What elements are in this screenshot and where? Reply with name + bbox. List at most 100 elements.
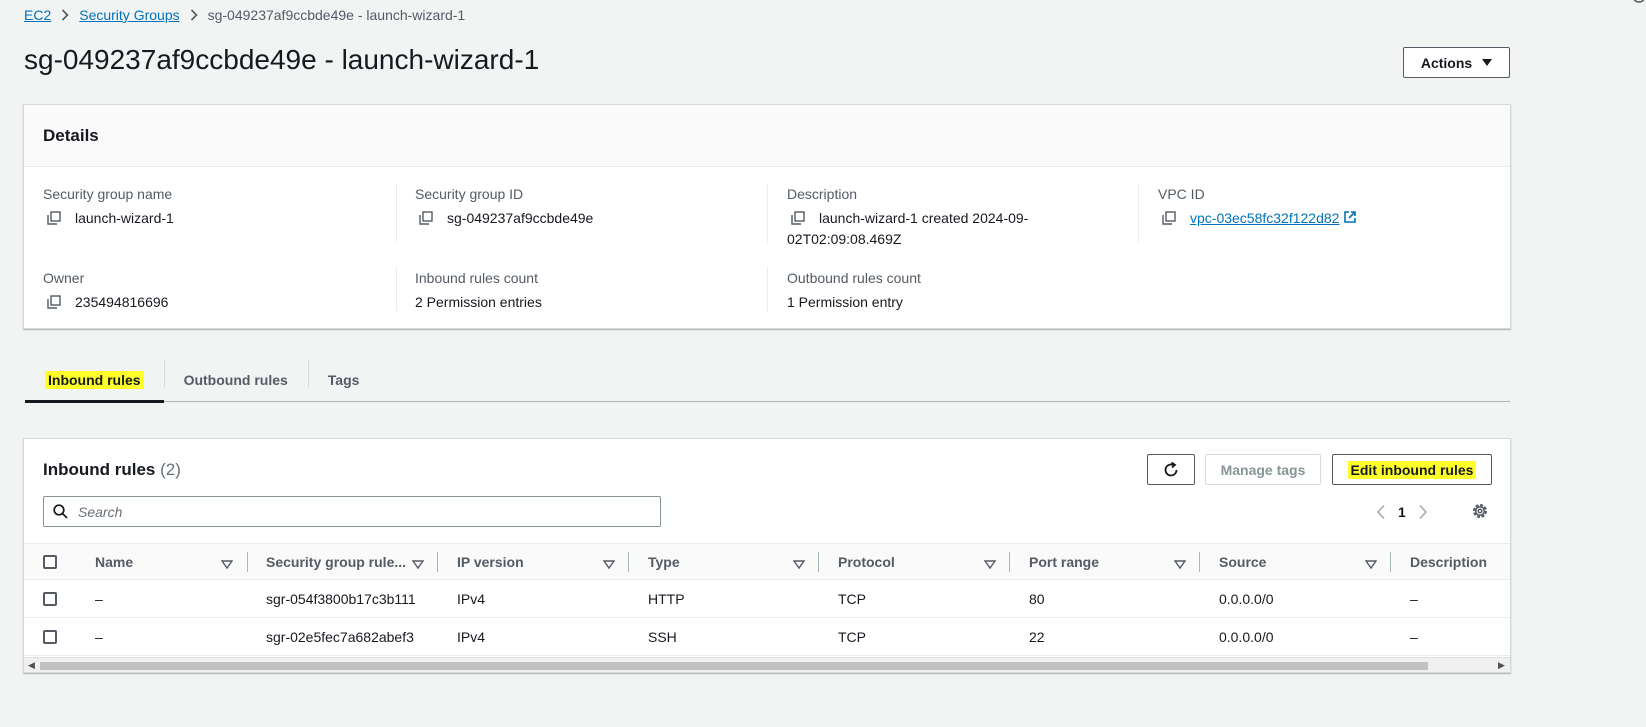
copy-icon[interactable] xyxy=(1162,211,1176,225)
tab-inbound-rules[interactable]: Inbound rules xyxy=(25,358,164,403)
actions-button[interactable]: Actions xyxy=(1403,47,1510,78)
description-value-line1: launch-wizard-1 created 2024-09- xyxy=(819,210,1029,226)
cell-protocol: TCP xyxy=(838,629,866,645)
security-group-id-value: sg-049237af9ccbde49e xyxy=(447,210,594,226)
column-divider xyxy=(396,183,397,243)
row-checkbox[interactable] xyxy=(43,592,57,606)
inbound-rules-count-field: Inbound rules count 2 Permission entries xyxy=(415,269,542,313)
sort-icon[interactable] xyxy=(792,557,806,573)
column-divider xyxy=(396,267,397,311)
vpc-id-field: VPC ID vpc-03ec58fc32f122d82 xyxy=(1158,185,1357,229)
column-header-type[interactable]: Type xyxy=(648,544,680,580)
chevron-right-icon xyxy=(61,9,69,21)
inbound-rules-count: (2) xyxy=(160,460,181,479)
tab-outbound-rules[interactable]: Outbound rules xyxy=(163,358,308,402)
column-header-port-range[interactable]: Port range xyxy=(1029,544,1099,580)
row-checkbox[interactable] xyxy=(43,630,57,644)
column-header-protocol[interactable]: Protocol xyxy=(838,544,895,580)
sort-icon[interactable] xyxy=(1364,557,1378,573)
inbound-rules-count-label: Inbound rules count xyxy=(415,270,538,286)
edit-inbound-rules-button[interactable]: Edit inbound rules xyxy=(1332,454,1492,485)
actions-label: Actions xyxy=(1420,54,1473,71)
cell-rule-id: sgr-054f3800b17c3b111 xyxy=(266,591,416,607)
search-field[interactable] xyxy=(43,496,661,527)
tab-tags[interactable]: Tags xyxy=(307,358,380,402)
vpc-id-link[interactable]: vpc-03ec58fc32f122d82 xyxy=(1190,208,1339,229)
owner-field: Owner 235494816696 xyxy=(43,269,168,313)
outbound-rules-count-label: Outbound rules count xyxy=(787,270,921,286)
owner-value: 235494816696 xyxy=(75,294,169,310)
column-divider xyxy=(767,183,768,243)
manage-tags-button[interactable]: Manage tags xyxy=(1205,454,1321,485)
cell-name: – xyxy=(95,629,103,645)
cell-port-range: 80 xyxy=(1029,591,1045,607)
table-row[interactable]: – sgr-02e5fec7a682abef3 IPv4 SSH TCP 22 … xyxy=(24,618,1510,656)
outbound-rules-count-field: Outbound rules count 1 Permission entry xyxy=(787,269,921,313)
cell-rule-id: sgr-02e5fec7a682abef3 xyxy=(266,629,414,645)
cell-type: SSH xyxy=(648,629,677,645)
sort-icon[interactable] xyxy=(411,557,425,573)
description-value-line2: 02T02:09:08.469Z xyxy=(787,231,902,247)
sort-icon[interactable] xyxy=(983,557,997,573)
cell-source: 0.0.0.0/0 xyxy=(1219,629,1274,645)
column-header-label: Description xyxy=(1410,554,1488,570)
pagination: 1 xyxy=(1376,502,1428,522)
column-divider xyxy=(818,552,819,572)
column-divider xyxy=(1199,552,1200,572)
copy-icon[interactable] xyxy=(47,211,61,225)
cell-type: HTTP xyxy=(648,591,685,607)
security-group-name-label: Security group name xyxy=(43,186,173,202)
sort-icon[interactable] xyxy=(1173,557,1187,573)
security-group-id-label: Security group ID xyxy=(415,186,524,202)
column-divider xyxy=(1390,552,1391,572)
table-header: Name Security group rule... IP version T… xyxy=(24,543,1510,580)
description-field: Description launch-wizard-1 created 2024… xyxy=(787,185,1028,250)
column-header-ip-version[interactable]: IP version xyxy=(457,544,524,580)
column-header-label: Security group rule... xyxy=(266,554,407,570)
chevron-right-icon xyxy=(190,9,198,21)
search-icon xyxy=(53,504,68,519)
inbound-rules-panel: Inbound rules (2) Manage tags Edit inbou… xyxy=(23,438,1511,673)
inbound-rules-heading: Inbound rules (2) xyxy=(43,459,181,481)
copy-icon[interactable] xyxy=(419,211,433,225)
scrollbar-thumb[interactable] xyxy=(40,662,1428,670)
column-header-source[interactable]: Source xyxy=(1219,544,1266,580)
cell-protocol: TCP xyxy=(838,591,866,607)
breadcrumb-security-groups-link[interactable]: Security Groups xyxy=(79,7,179,23)
column-header-security-group-rule[interactable]: Security group rule... xyxy=(266,544,406,580)
description-label: Description xyxy=(787,186,858,202)
refresh-icon xyxy=(1162,461,1180,479)
page-number[interactable]: 1 xyxy=(1398,504,1406,520)
scroll-right-arrow-icon[interactable]: ▶ xyxy=(1498,660,1505,671)
inbound-rules-count-value: 2 Permission entries xyxy=(415,294,542,310)
column-header-label: Protocol xyxy=(838,554,895,570)
breadcrumb-ec2-link[interactable]: EC2 xyxy=(24,7,51,23)
external-link-icon[interactable] xyxy=(1343,210,1357,224)
cell-name: – xyxy=(95,591,103,607)
column-header-description[interactable]: Description xyxy=(1410,544,1487,580)
horizontal-scrollbar[interactable]: ◀ ▶ xyxy=(24,657,1510,672)
tab-outbound-rules-label: Outbound rules xyxy=(183,372,288,388)
scroll-left-arrow-icon[interactable]: ◀ xyxy=(28,660,35,671)
settings-gear-icon[interactable] xyxy=(1470,501,1490,524)
owner-label: Owner xyxy=(43,270,85,286)
search-input[interactable] xyxy=(76,502,636,521)
copy-icon[interactable] xyxy=(47,295,61,309)
column-header-label: Type xyxy=(648,554,680,570)
select-all-checkbox[interactable] xyxy=(43,555,57,569)
cell-description: – xyxy=(1410,629,1418,645)
cell-port-range: 22 xyxy=(1029,629,1045,645)
refresh-button[interactable] xyxy=(1147,454,1195,485)
chevron-right-icon[interactable] xyxy=(1418,504,1428,520)
tab-bar: Inbound rules Outbound rules Tags xyxy=(25,358,1510,403)
column-header-label: Source xyxy=(1219,554,1267,570)
sort-icon[interactable] xyxy=(220,557,234,573)
vpc-id-label: VPC ID xyxy=(1158,186,1205,202)
details-panel: Details Security group name launch-wizar… xyxy=(23,104,1511,329)
column-header-name[interactable]: Name xyxy=(95,544,133,580)
chevron-left-icon[interactable] xyxy=(1376,504,1386,520)
table-row[interactable]: – sgr-054f3800b17c3b111 IPv4 HTTP TCP 80… xyxy=(24,580,1510,618)
help-panel-icon[interactable] xyxy=(1630,0,1646,15)
copy-icon[interactable] xyxy=(791,211,805,225)
sort-icon[interactable] xyxy=(602,557,616,573)
